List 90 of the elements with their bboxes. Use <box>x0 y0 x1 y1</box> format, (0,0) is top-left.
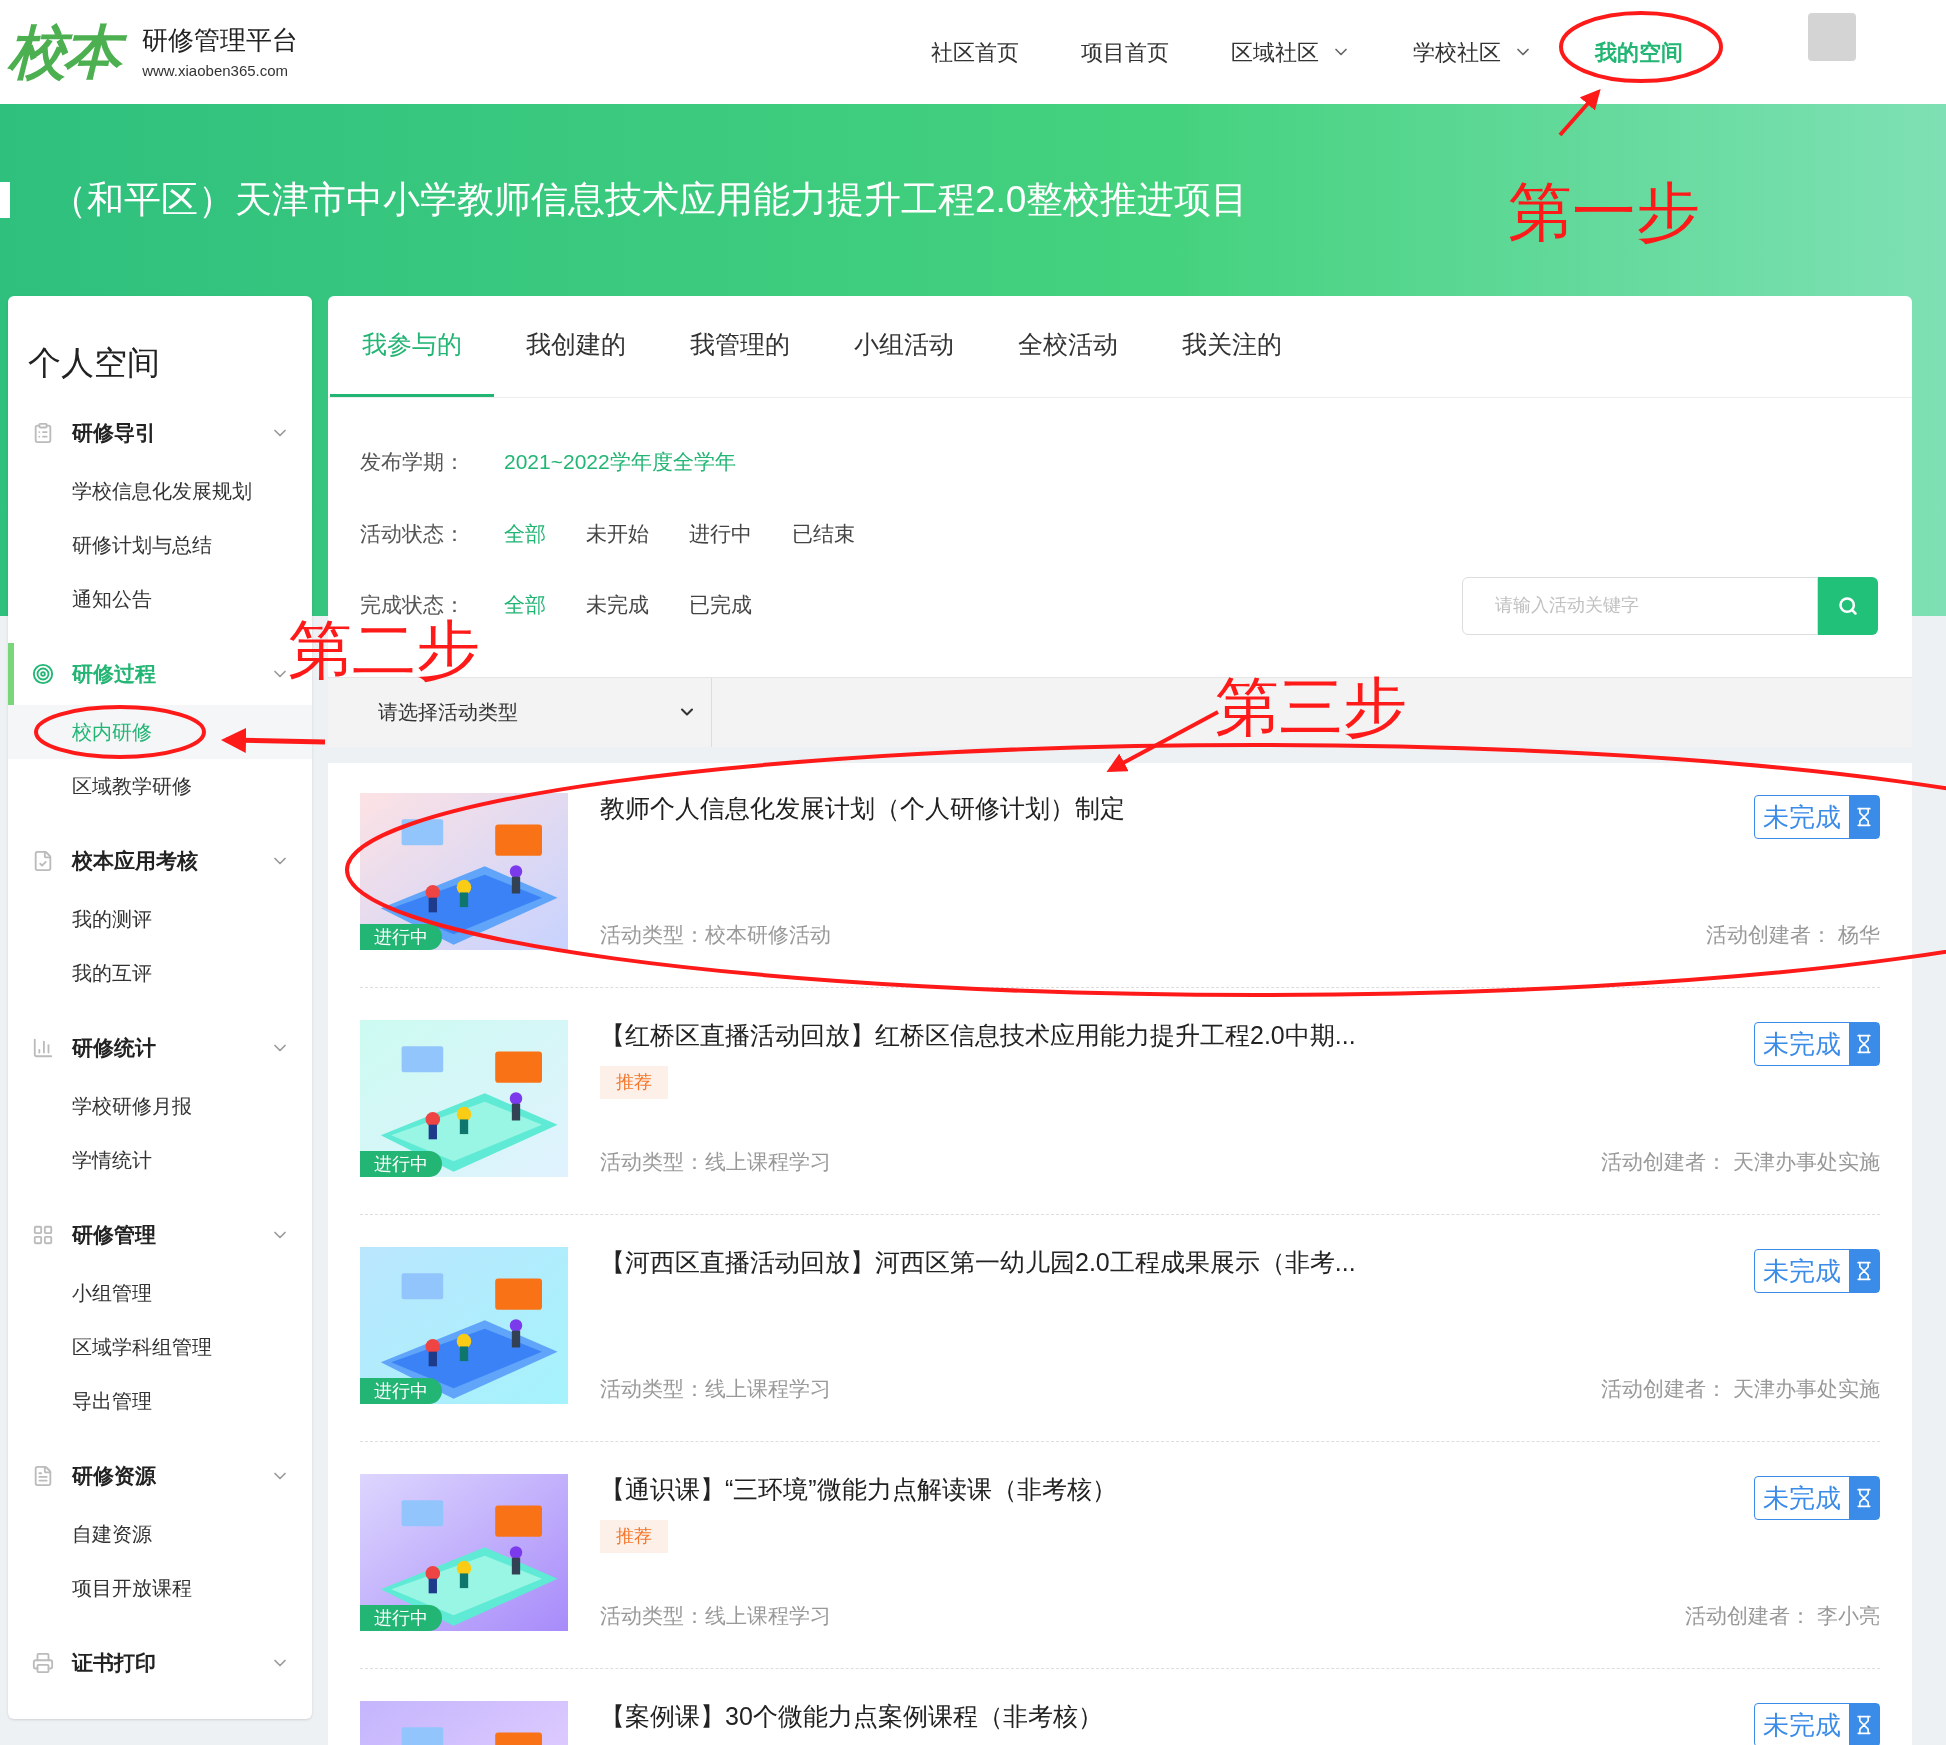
annotation-label: 第一步 <box>1508 180 1700 244</box>
logo-name: 研修管理平台 <box>142 24 299 58</box>
sidebar-item[interactable]: 学校信息化发展规划 <box>8 463 312 518</box>
nav-link[interactable]: 社区首页 <box>931 35 1019 69</box>
activity-title[interactable]: 【通识课】“三环境”微能力点解读课（非考核） <box>600 1473 1117 1504</box>
title-marker <box>0 181 10 218</box>
annotation-label: 第三步 <box>1215 675 1407 739</box>
search-icon <box>1838 595 1858 616</box>
sidebar-item[interactable]: 我的互评 <box>8 945 312 1000</box>
logo-url: www.xiaoben365.com <box>142 61 290 82</box>
group-icon <box>32 662 54 685</box>
sidebar-group[interactable]: 研修资源 <box>8 1444 312 1507</box>
sidebar-group[interactable]: 研修统计 <box>8 1016 312 1079</box>
group-label: 证书打印 <box>72 1649 157 1676</box>
sidebar-title: 个人空间 <box>27 343 161 383</box>
nav-link[interactable]: 项目首页 <box>1081 35 1169 69</box>
search-button[interactable] <box>1818 576 1878 635</box>
tab[interactable]: 我管理的 <box>658 296 822 397</box>
recommend-tag: 推荐 <box>600 1519 668 1553</box>
completion-badge: 未完成 <box>1754 1702 1880 1745</box>
sidebar-group[interactable]: 校本应用考核 <box>8 829 312 892</box>
activity-type: 活动类型：线上课程学习 <box>600 1149 831 1175</box>
filter-option[interactable]: 未开始 <box>586 517 649 549</box>
nav-link[interactable]: 区域社区 <box>1231 35 1351 69</box>
group-label: 研修导引 <box>72 419 157 446</box>
group-label: 校本应用考核 <box>72 847 199 874</box>
status-badge: 进行中 <box>360 923 442 950</box>
status-badge: 进行中 <box>360 1150 442 1177</box>
tab[interactable]: 小组活动 <box>822 296 986 397</box>
activity-creator: 活动创建者： 天津办事处实施 <box>1601 1376 1880 1402</box>
tab[interactable]: 我创建的 <box>494 296 658 397</box>
filter-label: 发布学期： <box>360 449 466 475</box>
sidebar-item[interactable]: 我的测评 <box>8 891 312 946</box>
group-icon <box>32 1651 54 1674</box>
logo-mark: 校本 <box>4 17 131 87</box>
group-label: 研修资源 <box>72 1462 157 1489</box>
completion-badge: 未完成 <box>1754 1248 1880 1293</box>
sidebar-group[interactable]: 研修管理 <box>8 1203 312 1266</box>
filter-option[interactable]: 已结束 <box>792 517 855 549</box>
sidebar-group[interactable]: 研修导引 <box>8 401 312 464</box>
status-badge: 进行中 <box>360 1377 442 1404</box>
activity-creator: 活动创建者： 天津办事处实施 <box>1601 1149 1880 1175</box>
nav-link[interactable]: 学校社区 <box>1413 35 1533 69</box>
activity-creator: 活动创建者： 李小亮 <box>1685 1603 1880 1629</box>
completion-badge: 未完成 <box>1754 794 1880 839</box>
filter-option[interactable]: 进行中 <box>689 517 752 549</box>
group-icon <box>32 1464 54 1487</box>
activity-title[interactable]: 教师个人信息化发展计划（个人研修计划）制定 <box>600 792 1125 823</box>
search-field[interactable]: 请输入活动关键字 <box>1462 576 1818 635</box>
hourglass-icon <box>1854 806 1874 827</box>
activity-title[interactable]: 【红桥区直播活动回放】红桥区信息技术应用能力提升工程2.0中期... <box>600 1019 1356 1050</box>
filter-label: 完成状态： <box>360 592 466 618</box>
sidebar-item[interactable]: 导出管理 <box>8 1373 312 1428</box>
activity-type: 活动类型：校本研修活动 <box>600 922 831 948</box>
recommend-tag: 推荐 <box>600 1065 668 1099</box>
annotation-arrow <box>1558 89 1601 137</box>
hourglass-icon <box>1854 1260 1874 1281</box>
hourglass-icon <box>1854 1033 1874 1054</box>
group-label: 研修过程 <box>72 660 157 687</box>
group-icon <box>32 1036 54 1059</box>
filter-label: 活动状态： <box>360 520 466 547</box>
activity-type: 活动类型：线上课程学习 <box>600 1603 831 1629</box>
activity-title[interactable]: 【案例课】30个微能力点案例课程（非考核） <box>600 1700 1103 1731</box>
hourglass-icon <box>1854 1714 1874 1735</box>
filter-option[interactable]: 已完成 <box>689 589 752 621</box>
sidebar-item[interactable]: 区域教学研修 <box>8 758 312 813</box>
sidebar-item[interactable]: 研修计划与总结 <box>8 517 312 572</box>
group-label: 研修管理 <box>72 1221 157 1248</box>
group-icon <box>32 421 54 444</box>
activity-creator: 活动创建者： 杨华 <box>1706 922 1880 948</box>
sidebar-group[interactable]: 证书打印 <box>8 1631 312 1694</box>
sidebar-item[interactable]: 区域学科组管理 <box>8 1319 312 1374</box>
sidebar-item[interactable]: 自建资源 <box>8 1506 312 1561</box>
project-title: （和平区）天津市中小学教师信息技术应用能力提升工程2.0整校推进项目 <box>50 178 1249 222</box>
sidebar-item[interactable]: 学校研修月报 <box>8 1078 312 1133</box>
sidebar-item[interactable]: 学情统计 <box>8 1132 312 1187</box>
group-icon <box>32 1223 54 1246</box>
status-badge: 进行中 <box>360 1604 442 1631</box>
filter-option[interactable]: 未完成 <box>586 589 649 621</box>
completion-badge: 未完成 <box>1754 1475 1880 1520</box>
tab[interactable]: 全校活动 <box>986 296 1150 397</box>
sidebar-item[interactable]: 小组管理 <box>8 1265 312 1320</box>
group-icon <box>32 849 54 872</box>
group-label: 研修统计 <box>72 1034 157 1061</box>
sidebar-item[interactable]: 项目开放课程 <box>8 1560 312 1615</box>
completion-badge: 未完成 <box>1754 1021 1880 1066</box>
activity-type: 活动类型：线上课程学习 <box>600 1376 831 1402</box>
hourglass-icon <box>1854 1487 1874 1508</box>
tab[interactable]: 我关注的 <box>1150 296 1314 397</box>
activity-title[interactable]: 【河西区直播活动回放】河西区第一幼儿园2.0工程成果展示（非考... <box>600 1246 1356 1277</box>
